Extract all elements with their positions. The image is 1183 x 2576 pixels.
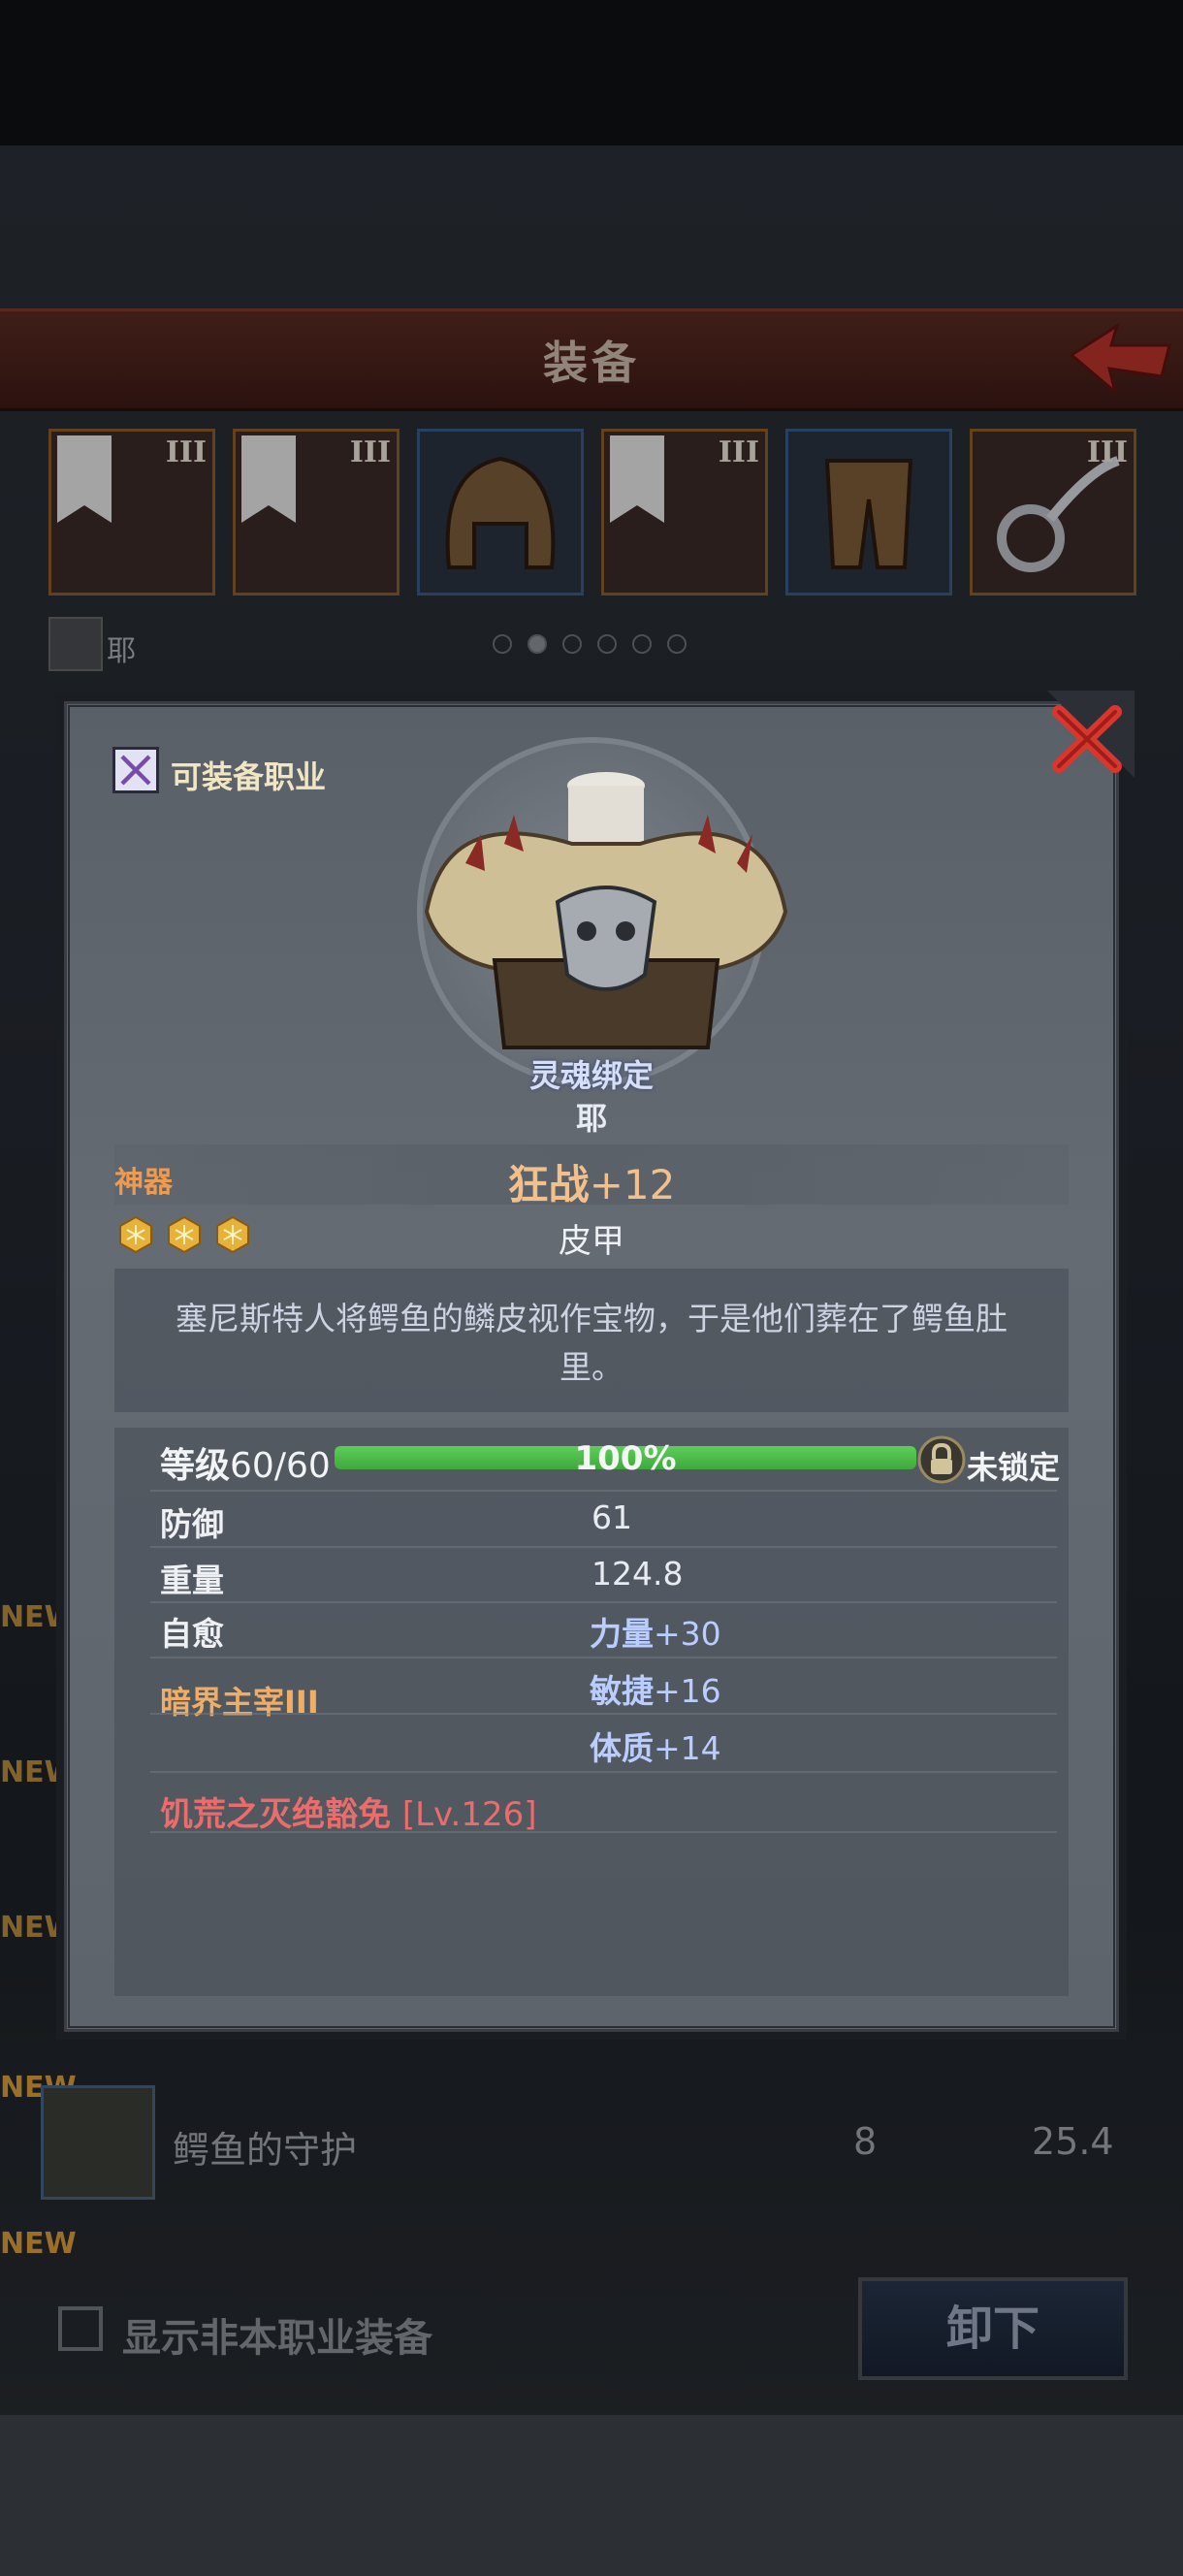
divider bbox=[150, 1546, 1057, 1548]
stat-label-regen: 自愈 bbox=[160, 1615, 224, 1653]
divider bbox=[150, 1831, 1057, 1833]
level-percent: 100% bbox=[574, 1439, 677, 1478]
close-icon[interactable] bbox=[1038, 691, 1135, 788]
lock-icon[interactable] bbox=[917, 1435, 966, 1484]
bonus-name: 体质 bbox=[590, 1729, 654, 1767]
fur-armor-icon bbox=[424, 772, 788, 1049]
item-title: 狂战+12 bbox=[0, 1152, 1183, 1211]
bonus-value: +14 bbox=[654, 1729, 721, 1767]
item-type: 皮甲 bbox=[559, 1222, 624, 1261]
bonus-name: 敏捷 bbox=[590, 1672, 654, 1710]
stat-value-defense: 61 bbox=[592, 1498, 632, 1536]
bonus-agility: 敏捷+16 bbox=[590, 1665, 721, 1712]
stat-label-weight: 重量 bbox=[160, 1562, 224, 1599]
divider bbox=[150, 1771, 1057, 1773]
level-value: 60/60 bbox=[230, 1446, 331, 1486]
legendary-skill: 饥荒之灭绝豁免 [Lv.126] bbox=[160, 1787, 537, 1835]
crossed-weapons-icon bbox=[112, 747, 159, 793]
divider bbox=[150, 1601, 1057, 1603]
level-label-text: 等级 bbox=[160, 1446, 231, 1486]
equippable-class-label[interactable]: 可装备职业 bbox=[171, 753, 326, 797]
lock-status[interactable]: 未锁定 bbox=[967, 1443, 1060, 1488]
item-name: 狂战 bbox=[507, 1161, 590, 1208]
divider bbox=[150, 1657, 1057, 1658]
set-name: 暗界主宰III bbox=[160, 1684, 319, 1721]
divider bbox=[150, 1713, 1057, 1715]
bonus-constitution: 体质+14 bbox=[590, 1723, 721, 1769]
level-label: 等级60/60 bbox=[160, 1437, 331, 1488]
item-description: 塞尼斯特人将鳄鱼的鳞皮视作宝物，于是他们葬在了鳄鱼肚里。 bbox=[176, 1300, 1007, 1386]
owner-name: 耶 bbox=[575, 1100, 607, 1137]
bonus-value: +16 bbox=[654, 1672, 721, 1710]
stat-label-defense: 防御 bbox=[160, 1505, 224, 1543]
legendary-skill-name: 饥荒之灭绝豁免 bbox=[160, 1795, 391, 1834]
bonus-value: +30 bbox=[654, 1615, 721, 1653]
bonus-strength: 力量+30 bbox=[590, 1608, 721, 1655]
legendary-skill-level: [Lv.126] bbox=[401, 1795, 537, 1834]
soulbound-label: 灵魂绑定 bbox=[528, 1057, 654, 1094]
divider bbox=[150, 1490, 1057, 1492]
enhance-level: +12 bbox=[589, 1161, 676, 1208]
bottom-bar bbox=[0, 2415, 1183, 2576]
stat-value-weight: 124.8 bbox=[592, 1555, 684, 1593]
bonus-name: 力量 bbox=[590, 1615, 654, 1653]
